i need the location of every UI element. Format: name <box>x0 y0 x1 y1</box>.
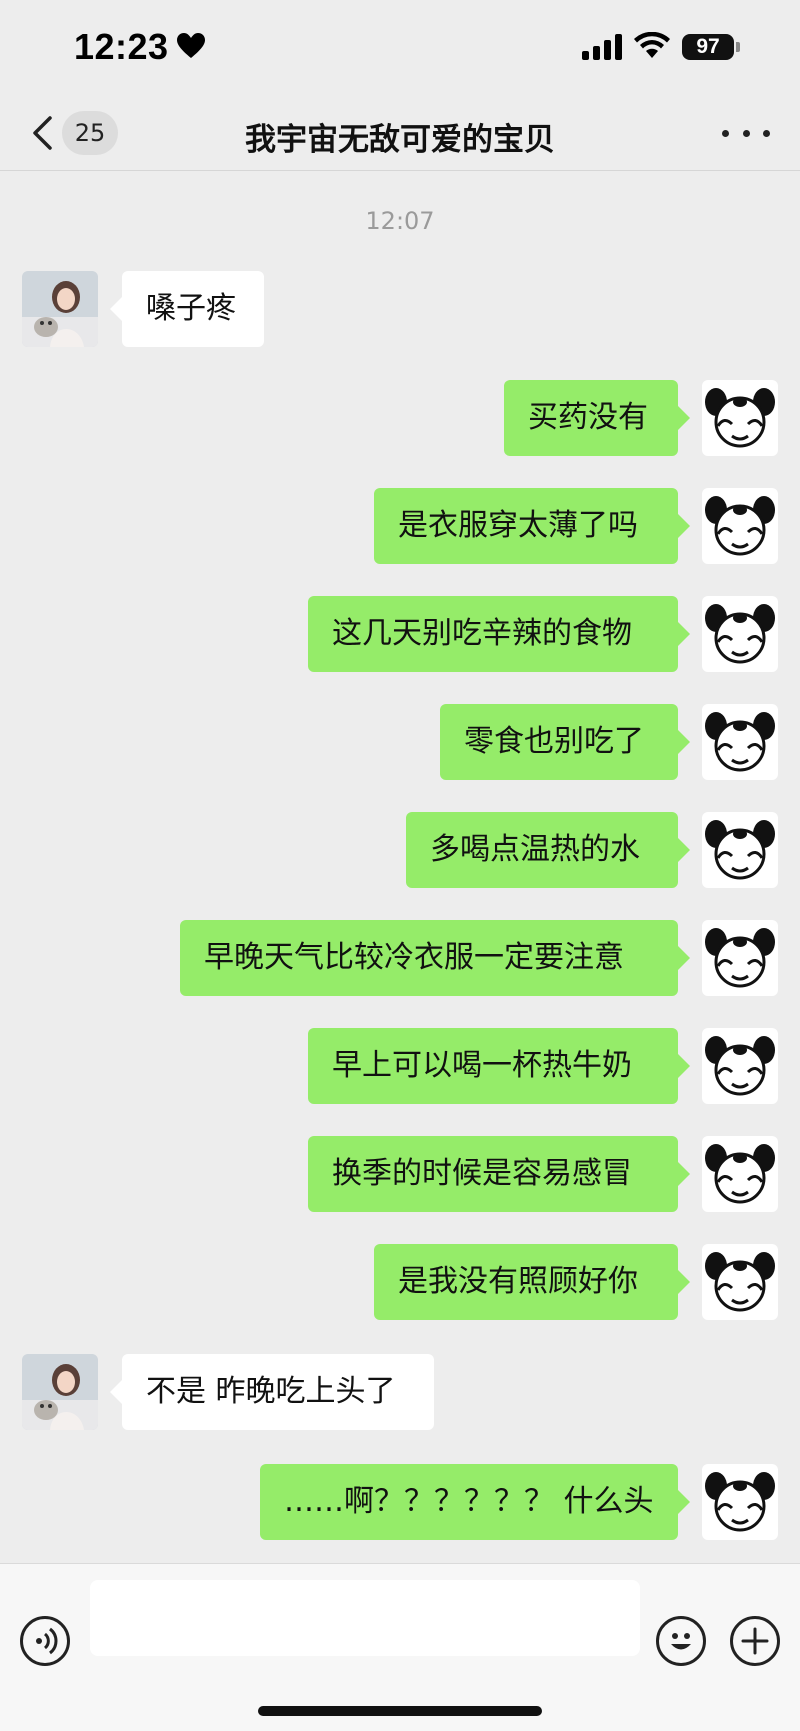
my-avatar[interactable] <box>702 704 778 780</box>
message-bubble[interactable]: 零食也别吃了 <box>440 704 690 780</box>
home-indicator <box>258 1706 542 1716</box>
heart-icon <box>176 26 205 68</box>
contact-avatar[interactable] <box>22 1354 98 1430</box>
message-bubble[interactable]: 多喝点温热的水 <box>406 812 690 888</box>
voice-icon[interactable] <box>20 1616 70 1666</box>
wifi-icon <box>634 31 670 62</box>
my-avatar[interactable] <box>702 1244 778 1320</box>
nav-bar: 25 我宇宙无敌可爱的宝贝 <box>0 96 800 171</box>
status-bar: 12:23 97 <box>0 0 800 96</box>
message-bubble[interactable]: 是我没有照顾好你 <box>374 1244 690 1320</box>
status-time: 12:23 <box>74 26 205 68</box>
my-avatar[interactable] <box>702 380 778 456</box>
message-list[interactable]: 12:07 嗓子疼 买药没有 是衣服穿太薄了吗 这几天别吃辛辣的食物 零食也别吃… <box>0 171 800 1563</box>
input-bar <box>0 1563 800 1731</box>
battery-tip <box>736 42 740 52</box>
my-avatar[interactable] <box>702 596 778 672</box>
my-avatar[interactable] <box>702 1028 778 1104</box>
my-avatar[interactable] <box>702 1464 778 1540</box>
message-bubble[interactable]: 早上可以喝一杯热牛奶 <box>308 1028 690 1104</box>
message-bubble[interactable]: 是衣服穿太薄了吗 <box>374 488 690 564</box>
status-icons: 97 <box>582 31 740 62</box>
my-avatar[interactable] <box>702 920 778 996</box>
message-timestamp: 12:07 <box>365 207 435 235</box>
clock-text: 12:23 <box>74 26 169 67</box>
message-bubble[interactable]: 嗓子疼 <box>110 271 264 347</box>
battery-icon: 97 <box>682 34 734 60</box>
message-bubble[interactable]: 这几天别吃辛辣的食物 <box>308 596 690 672</box>
message-bubble[interactable]: 不是 昨晚吃上头了 <box>110 1354 434 1430</box>
plus-icon[interactable] <box>730 1616 780 1666</box>
signal-icon <box>582 34 622 60</box>
my-avatar[interactable] <box>702 488 778 564</box>
more-icon[interactable] <box>722 120 770 146</box>
message-bubble[interactable]: ……啊？？？？？？ 什么头 <box>260 1464 690 1540</box>
chat-title: 我宇宙无敌可爱的宝贝 <box>245 122 555 158</box>
my-avatar[interactable] <box>702 1136 778 1212</box>
battery-level: 97 <box>696 35 720 58</box>
message-bubble[interactable]: 早晚天气比较冷衣服一定要注意 <box>180 920 690 996</box>
my-avatar[interactable] <box>702 812 778 888</box>
message-bubble[interactable]: 买药没有 <box>504 380 690 456</box>
message-input[interactable] <box>90 1580 640 1656</box>
message-bubble[interactable]: 换季的时候是容易感冒 <box>308 1136 690 1212</box>
emoji-icon[interactable] <box>656 1616 706 1666</box>
chat-screen: 12:23 97 25 我宇宙无敌可爱的宝贝 12:07 嗓子疼 买药没有 是衣… <box>0 0 800 1731</box>
contact-avatar[interactable] <box>22 271 98 347</box>
